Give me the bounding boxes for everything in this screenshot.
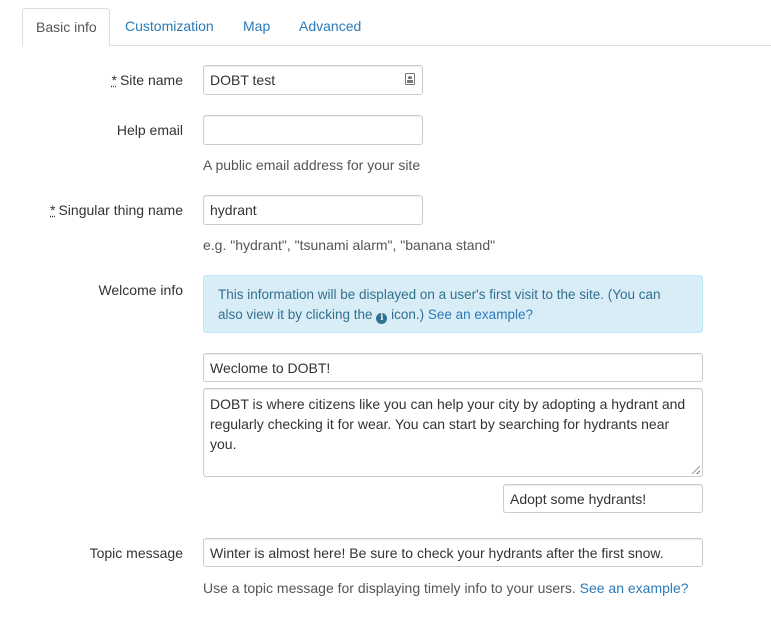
topic-message-help-text: Use a topic message for displaying timel… bbox=[203, 580, 689, 596]
singular-thing-name-label-text: Singular thing name bbox=[58, 202, 183, 218]
contact-card-icon[interactable] bbox=[405, 73, 415, 85]
welcome-body-textarea[interactable]: DOBT is where citizens like you can help… bbox=[203, 388, 703, 477]
tab-customization[interactable]: Customization bbox=[112, 8, 227, 45]
welcome-button-text-input[interactable] bbox=[503, 484, 703, 513]
site-name-input[interactable] bbox=[203, 65, 423, 95]
site-name-label-text: Site name bbox=[119, 72, 183, 88]
info-icon: i bbox=[376, 313, 388, 324]
singular-thing-name-label: * Singular thing name bbox=[50, 202, 183, 218]
welcome-info-label: Welcome info bbox=[98, 282, 183, 298]
welcome-info-alert: This information will be displayed on a … bbox=[203, 275, 703, 333]
topic-message-label: Topic message bbox=[89, 545, 183, 561]
welcome-info-text-2: icon.) bbox=[391, 307, 425, 322]
tab-advanced[interactable]: Advanced bbox=[286, 8, 374, 45]
site-name-label: * Site name bbox=[112, 72, 184, 88]
tab-basic-info[interactable]: Basic info bbox=[22, 8, 110, 46]
tab-bar: Basic info Customization Map Advanced bbox=[22, 8, 771, 46]
help-email-label: Help email bbox=[116, 122, 183, 138]
help-email-input[interactable] bbox=[203, 115, 423, 145]
welcome-example-link[interactable]: See an example? bbox=[428, 307, 533, 322]
help-email-help-text: A public email address for your site bbox=[203, 157, 421, 173]
tab-map[interactable]: Map bbox=[230, 8, 283, 45]
singular-thing-name-input[interactable] bbox=[203, 195, 423, 225]
topic-message-input[interactable] bbox=[203, 538, 703, 567]
topic-example-link[interactable]: See an example? bbox=[580, 580, 689, 596]
welcome-heading-input[interactable] bbox=[203, 353, 703, 382]
required-marker: * bbox=[111, 72, 117, 88]
topic-message-help-label: Use a topic message for displaying timel… bbox=[203, 580, 576, 596]
required-marker: * bbox=[50, 202, 56, 218]
resize-grip-icon[interactable] bbox=[692, 466, 700, 474]
singular-thing-name-help-text: e.g. "hydrant", "tsunami alarm", "banana… bbox=[203, 237, 496, 253]
